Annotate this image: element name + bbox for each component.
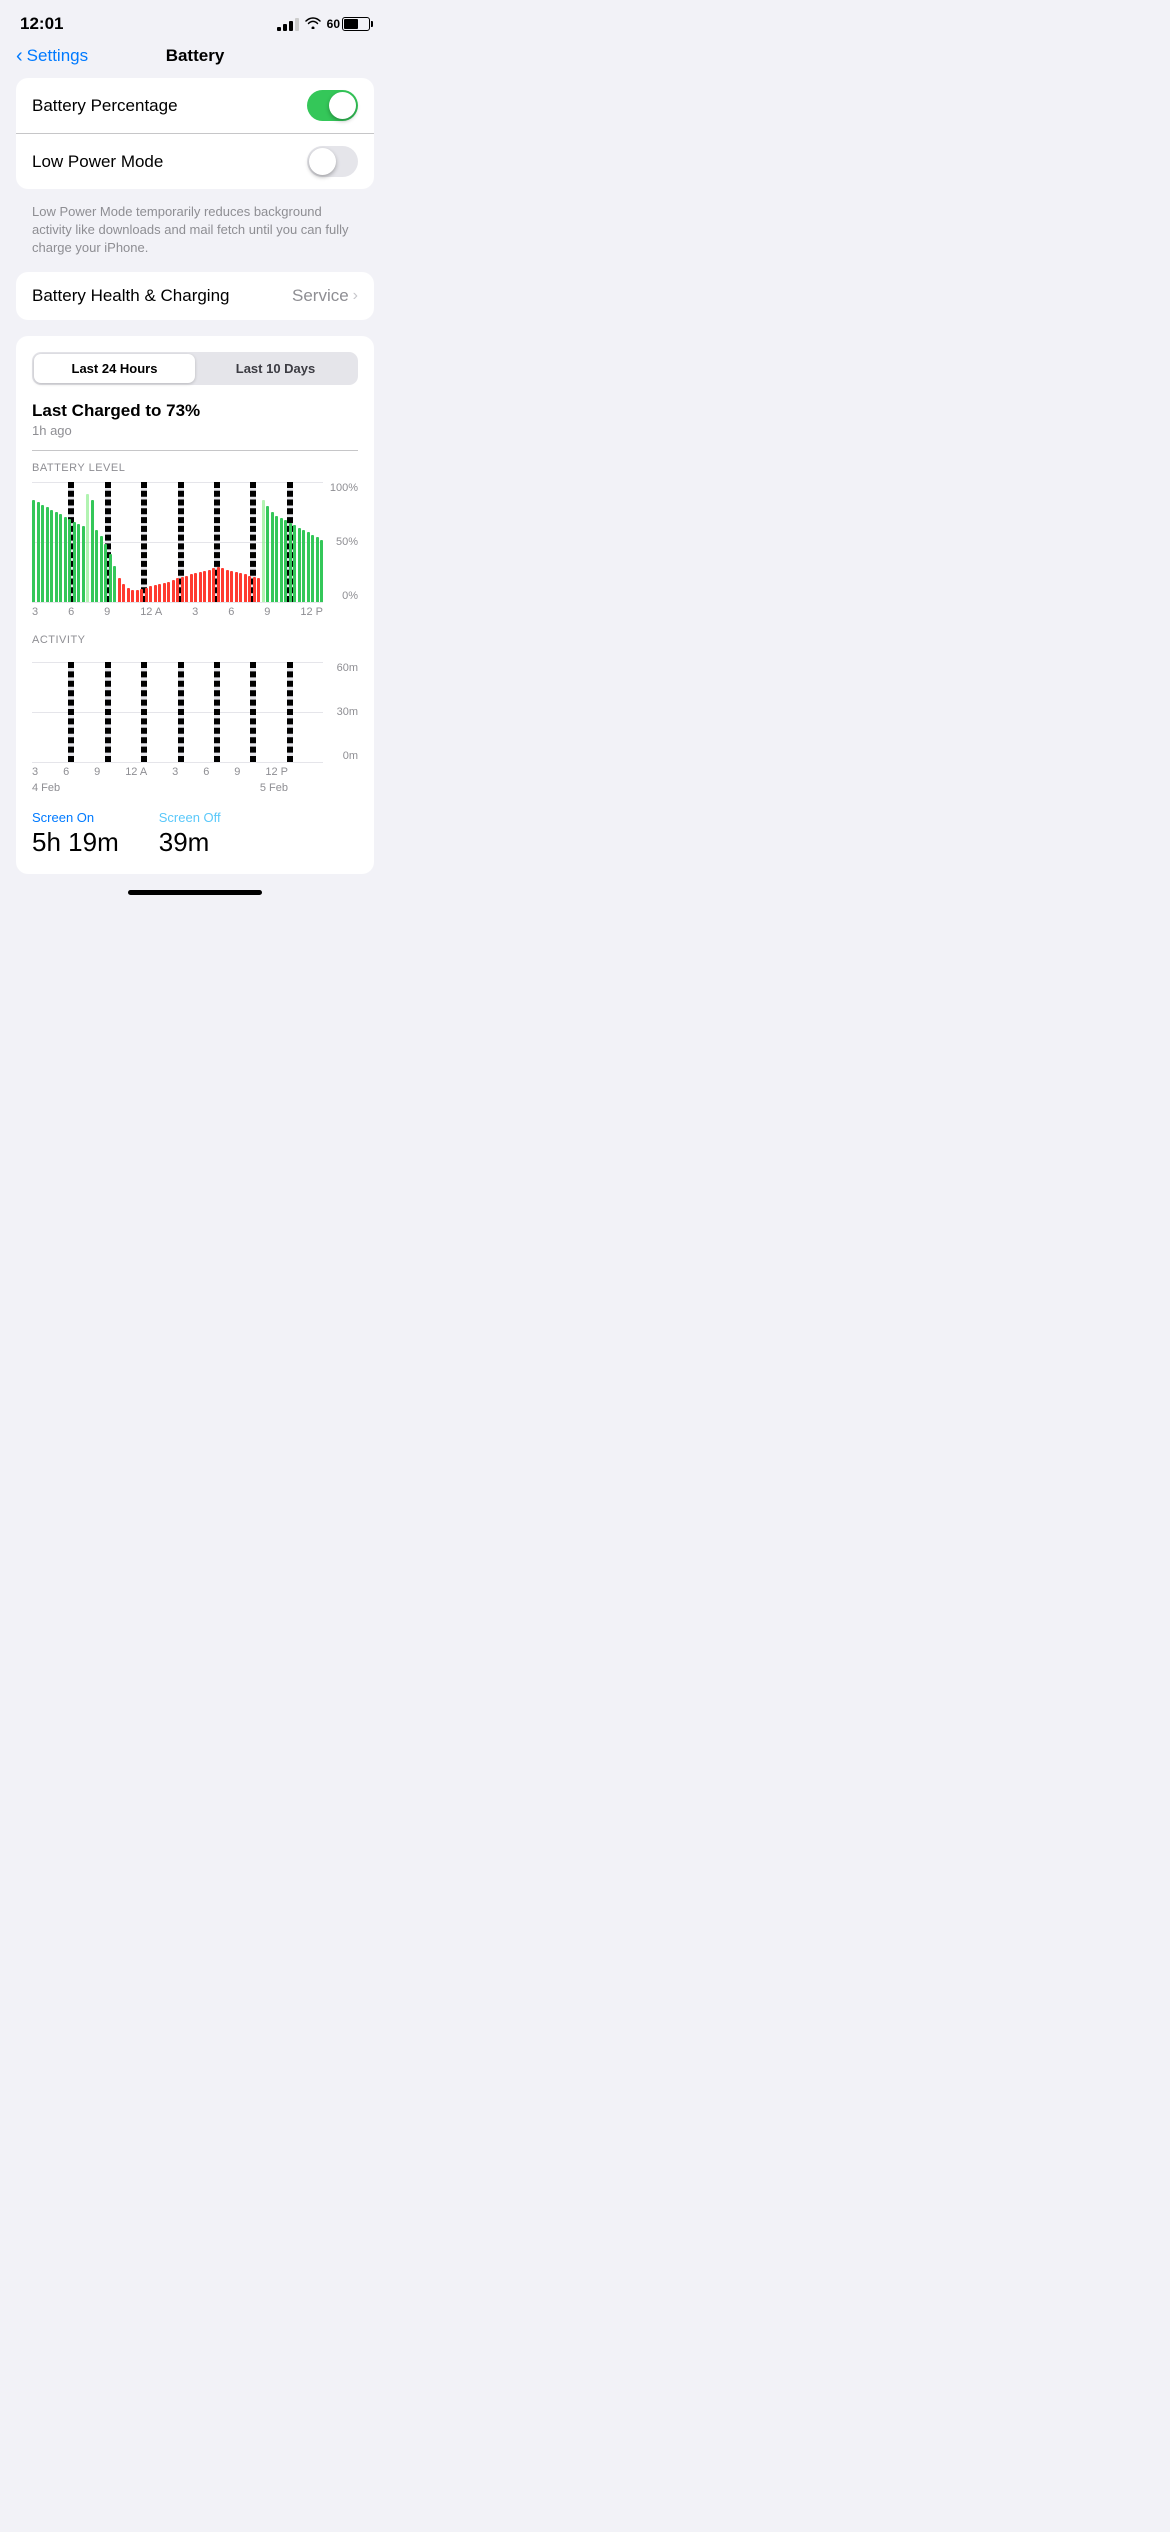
screen-on-item: Screen On 5h 19m xyxy=(32,810,119,858)
low-power-description: Low Power Mode temporarily reduces backg… xyxy=(16,197,374,272)
battery-chart: 100% 50% 0% xyxy=(32,482,358,602)
low-power-mode-row: Low Power Mode xyxy=(16,133,374,189)
date-row: 4 Feb 5 Feb xyxy=(32,782,288,794)
wifi-icon xyxy=(305,16,321,32)
battery-health-right: Service › xyxy=(292,286,358,306)
screen-on-time: 5h 19m xyxy=(32,827,119,858)
status-bar: 12:01 60 xyxy=(0,0,390,42)
x-label-9am: 9 xyxy=(104,606,110,618)
date-4feb: 4 Feb xyxy=(32,782,60,794)
battery-percentage-toggle[interactable] xyxy=(307,90,358,121)
low-power-mode-toggle[interactable] xyxy=(307,146,358,177)
x-label-12am: 12 A xyxy=(140,606,162,618)
y-label-100: 100% xyxy=(330,482,358,494)
home-indicator xyxy=(0,882,390,899)
activity-y-labels: 60m 30m 0m xyxy=(337,662,358,762)
battery-x-labels: 3 6 9 12 A 3 6 9 12 P xyxy=(32,606,323,618)
back-button[interactable]: ‹ Settings xyxy=(16,46,88,66)
low-power-mode-label: Low Power Mode xyxy=(32,152,163,172)
activity-label: ACTIVITY xyxy=(32,634,358,646)
screen-off-item: Screen Off 39m xyxy=(159,810,221,858)
screen-off-label: Screen Off xyxy=(159,810,221,825)
activity-bars xyxy=(32,662,323,762)
activity-chart: 60m 30m 0m xyxy=(32,662,358,762)
segment-24h[interactable]: Last 24 Hours xyxy=(34,354,195,383)
x-label-12pm: 12 P xyxy=(300,606,323,618)
divider xyxy=(32,450,358,451)
charge-title: Last Charged to 73% xyxy=(32,401,358,421)
x-label-9pm: 9 xyxy=(264,606,270,618)
status-icons: 60 xyxy=(277,16,370,32)
home-bar xyxy=(128,890,262,895)
screen-on-label: Screen On xyxy=(32,810,119,825)
x-label-3pm: 3 xyxy=(192,606,198,618)
battery-health-card[interactable]: Battery Health & Charging Service › xyxy=(16,272,374,320)
signal-icon xyxy=(277,18,299,31)
x-label-6am: 6 xyxy=(68,606,74,618)
battery-level-section: BATTERY LEVEL xyxy=(32,462,358,618)
activity-x-time-labels: 3 6 9 12 A 3 6 9 12 P xyxy=(32,766,288,778)
nav-bar: ‹ Settings Battery xyxy=(0,42,390,78)
screen-off-time: 39m xyxy=(159,827,221,858)
battery-y-labels: 100% 50% 0% xyxy=(330,482,358,602)
activity-section: ACTIVITY xyxy=(32,634,358,794)
act-y-60: 60m xyxy=(337,662,358,674)
chart-card: Last 24 Hours Last 10 Days Last Charged … xyxy=(16,336,374,875)
segment-10d[interactable]: Last 10 Days xyxy=(195,354,356,383)
battery-health-row[interactable]: Battery Health & Charging Service › xyxy=(16,272,374,320)
x-label-3am: 3 xyxy=(32,606,38,618)
date-5feb: 5 Feb xyxy=(260,782,288,794)
battery-level-label: BATTERY LEVEL xyxy=(32,462,358,474)
battery-percentage-row: Battery Percentage xyxy=(16,78,374,133)
battery-health-label: Battery Health & Charging xyxy=(32,286,230,306)
service-text: Service xyxy=(292,286,349,306)
act-y-0: 0m xyxy=(343,750,358,762)
main-content: Battery Percentage Low Power Mode Low Po… xyxy=(0,78,390,874)
battery-bars xyxy=(32,482,323,602)
back-label: Settings xyxy=(27,46,88,66)
y-label-50: 50% xyxy=(336,536,358,548)
page-title: Battery xyxy=(166,46,225,66)
toggles-card: Battery Percentage Low Power Mode xyxy=(16,78,374,189)
battery-status-icon: 60 xyxy=(327,17,370,31)
charge-subtitle: 1h ago xyxy=(32,423,358,438)
screen-usage: Screen On 5h 19m Screen Off 39m xyxy=(32,810,358,858)
x-label-6pm: 6 xyxy=(228,606,234,618)
battery-percentage-label: Battery Percentage xyxy=(32,96,178,116)
y-label-0: 0% xyxy=(342,590,358,602)
chevron-left-icon: ‹ xyxy=(16,46,23,66)
status-time: 12:01 xyxy=(20,14,63,34)
act-y-30: 30m xyxy=(337,706,358,718)
chevron-right-icon: › xyxy=(353,287,358,305)
time-segment-control[interactable]: Last 24 Hours Last 10 Days xyxy=(32,352,358,385)
activity-x-labels: 3 6 9 12 A 3 6 9 12 P 4 Feb 5 Feb xyxy=(32,766,323,794)
charge-info: Last Charged to 73% 1h ago xyxy=(32,401,358,438)
